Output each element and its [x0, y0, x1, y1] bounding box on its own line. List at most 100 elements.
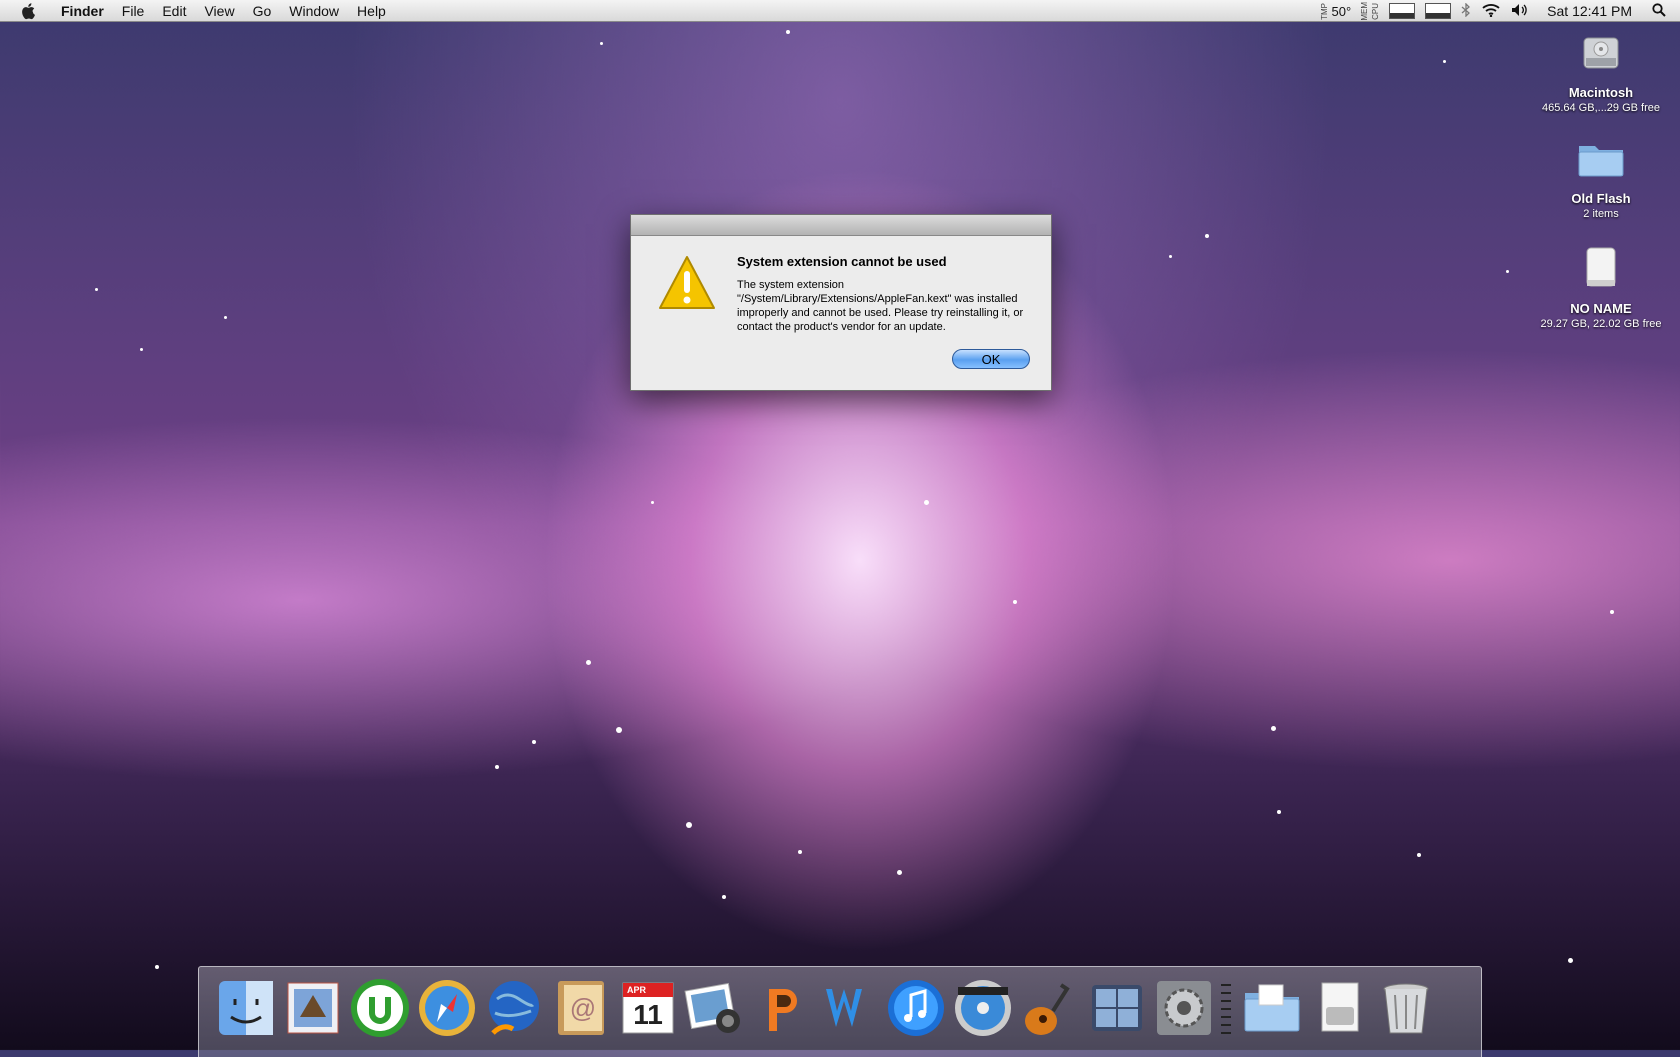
document-stack-icon [1308, 977, 1370, 1039]
calendar-month: APR [627, 985, 646, 995]
star [224, 316, 227, 319]
star [1506, 270, 1509, 273]
menu-file[interactable]: File [113, 3, 154, 19]
address-book-icon: @ [550, 977, 612, 1039]
dock-system-preferences[interactable] [1153, 977, 1215, 1039]
wifi-icon[interactable] [1481, 3, 1501, 20]
calendar-day: 11 [617, 999, 679, 1031]
star [897, 870, 902, 875]
desktop-icon-info: 29.27 GB, 22.02 GB free [1531, 318, 1671, 330]
dock-word[interactable] [818, 977, 880, 1039]
desktop-icon-label: Macintosh [1531, 85, 1671, 100]
removable-drive-icon [1531, 244, 1671, 297]
star [1013, 600, 1017, 604]
star [495, 765, 499, 769]
alert-dialog: System extension cannot be used The syst… [630, 214, 1052, 391]
menu-go[interactable]: Go [244, 3, 281, 19]
volume-icon[interactable] [1511, 3, 1529, 20]
desktop-icon-info: 2 items [1531, 208, 1671, 220]
desktop-icon-label: Old Flash [1531, 191, 1671, 206]
dock: @ APR 11 [198, 966, 1482, 1057]
folder-icon [1531, 136, 1671, 187]
menu-bar: Finder File Edit View Go Window Help TMP… [0, 0, 1680, 22]
menu-finder[interactable]: Finder [52, 3, 113, 19]
bluetooth-icon[interactable] [1461, 3, 1471, 20]
star [1568, 958, 1573, 963]
dock-utorrent[interactable] [349, 977, 411, 1039]
desktop-icon-label: NO NAME [1531, 301, 1671, 316]
dock-downloads-stack[interactable] [1308, 977, 1370, 1039]
dock-camino[interactable] [483, 977, 545, 1039]
dock-ical[interactable]: APR 11 [617, 977, 679, 1039]
star [1277, 810, 1281, 814]
ok-button[interactable]: OK [952, 349, 1030, 369]
star [722, 895, 726, 899]
dock-spaces[interactable] [1086, 977, 1148, 1039]
star [686, 822, 692, 828]
star [1610, 610, 1614, 614]
apple-icon[interactable] [18, 2, 40, 20]
dock-garageband[interactable] [1019, 977, 1081, 1039]
spaces-icon [1086, 977, 1148, 1039]
dock-itunes[interactable] [885, 977, 947, 1039]
dock-iphoto[interactable] [684, 977, 746, 1039]
status-menus: TMP 50° MEM CPU Sat 12:41 PM [1321, 0, 1680, 22]
dock-separator[interactable] [1221, 981, 1231, 1041]
menu-help[interactable]: Help [348, 3, 395, 19]
desktop-icon-no-name[interactable]: NO NAME 29.27 GB, 22.02 GB free [1531, 244, 1671, 330]
spotlight-icon[interactable] [1652, 3, 1666, 20]
desktop-icon-macintosh[interactable]: Macintosh 465.64 GB,...29 GB free [1531, 30, 1671, 114]
dock-documents-stack[interactable] [1241, 977, 1303, 1039]
utorrent-icon [349, 977, 411, 1039]
star [1169, 255, 1172, 258]
dvd-icon [952, 977, 1014, 1039]
menu-window[interactable]: Window [280, 3, 348, 19]
globe-icon [483, 977, 545, 1039]
dock-safari[interactable] [416, 977, 478, 1039]
star [651, 501, 654, 504]
desktop-icon-old-flash[interactable]: Old Flash 2 items [1531, 136, 1671, 220]
dock-address-book[interactable]: @ [550, 977, 612, 1039]
menu-edit[interactable]: Edit [153, 3, 195, 19]
itunes-icon [885, 977, 947, 1039]
finder-icon [215, 977, 277, 1039]
dock-mail[interactable] [282, 977, 344, 1039]
network-graph-icon[interactable] [1425, 3, 1451, 19]
star [586, 660, 591, 665]
mem-label: MEM [1361, 2, 1368, 21]
dialog-title: System extension cannot be used [737, 254, 947, 269]
menu-view[interactable]: View [195, 3, 243, 19]
svg-text:@: @ [570, 993, 596, 1023]
temp-label: TMP [1321, 3, 1328, 20]
temp-value[interactable]: 50° [1332, 4, 1352, 19]
star [140, 348, 143, 351]
dock-dvd-player[interactable] [952, 977, 1014, 1039]
word-icon [818, 977, 880, 1039]
menu-clock[interactable]: Sat 12:41 PM [1547, 3, 1632, 19]
guitar-icon [1019, 977, 1081, 1039]
star [1417, 853, 1421, 857]
hard-drive-icon [1531, 30, 1671, 81]
desktop-icon-info: 465.64 GB,...29 GB free [1531, 102, 1671, 114]
dock-powerpoint[interactable] [751, 977, 813, 1039]
warning-icon [658, 255, 716, 316]
star [786, 30, 790, 34]
mail-icon [282, 977, 344, 1039]
star [532, 740, 536, 744]
dock-trash[interactable] [1375, 977, 1437, 1039]
dock-finder[interactable] [215, 977, 277, 1039]
folder-icon [1241, 977, 1303, 1039]
star [95, 288, 98, 291]
star [1271, 726, 1276, 731]
gear-icon [1153, 977, 1215, 1039]
dialog-titlebar[interactable] [631, 215, 1051, 236]
star [798, 850, 802, 854]
star [1205, 234, 1209, 238]
powerpoint-icon [751, 977, 813, 1039]
safari-icon [416, 977, 478, 1039]
star [155, 965, 159, 969]
star [600, 42, 603, 45]
trash-icon [1375, 977, 1437, 1039]
cpu-label: CPU [1372, 3, 1379, 20]
cpu-graph-icon[interactable] [1389, 3, 1415, 19]
